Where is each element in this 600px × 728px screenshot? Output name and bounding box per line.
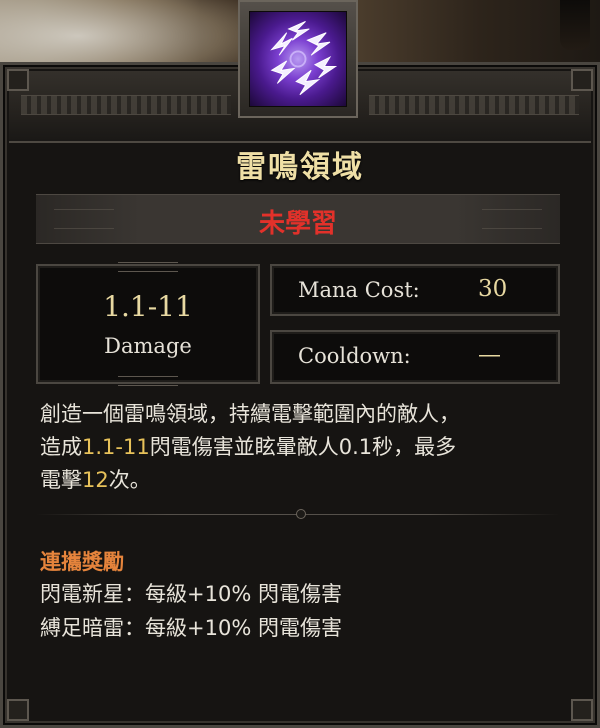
description-text: 造成 bbox=[40, 435, 82, 459]
lightning-field-icon bbox=[249, 11, 347, 107]
description-line: 造成1.1-11閃電傷害並眩暈敵人0.1秒，最多 bbox=[40, 431, 564, 464]
header-ornament-right bbox=[369, 95, 579, 115]
cooldown-label: Cooldown: bbox=[298, 344, 411, 368]
damage-value: 1.1-11 bbox=[103, 290, 193, 323]
cooldown-box: Cooldown: — bbox=[270, 330, 560, 384]
mana-cost-value: 30 bbox=[478, 276, 508, 302]
description-line: 創造一個雷鳴領域，持續電擊範圍內的敵人， bbox=[40, 398, 564, 431]
synergy-title: 連攜獎勵 bbox=[40, 550, 124, 574]
description-line: 電擊12次。 bbox=[40, 464, 564, 497]
skill-description: 創造一個雷鳴領域，持續電擊範圍內的敵人， 造成1.1-11閃電傷害並眩暈敵人0.… bbox=[40, 398, 564, 497]
mana-cost-box: Mana Cost: 30 bbox=[270, 264, 560, 316]
description-text: 閃電傷害並眩暈敵人0.1秒，最多 bbox=[149, 435, 457, 459]
background-figure bbox=[560, 0, 590, 50]
header-ornament-left bbox=[21, 95, 231, 115]
box-ornament bbox=[118, 376, 178, 386]
description-text: 電擊 bbox=[40, 468, 82, 492]
frame-corner bbox=[571, 699, 593, 721]
mana-cost-label: Mana Cost: bbox=[298, 278, 420, 302]
divider-ornament bbox=[296, 509, 306, 519]
frame-corner bbox=[571, 69, 593, 91]
skill-status: 未學習 bbox=[258, 209, 337, 239]
count-highlight: 12 bbox=[82, 468, 109, 492]
frame-corner bbox=[7, 699, 29, 721]
description-text: 次。 bbox=[108, 468, 151, 492]
damage-stat-box: 1.1-11 Damage bbox=[36, 262, 260, 386]
frame-corner bbox=[7, 69, 29, 91]
damage-label: Damage bbox=[104, 334, 192, 358]
synergy-line: 縛足暗雷：每級+10% 閃電傷害 bbox=[40, 616, 342, 640]
skill-title: 雷鳴領域 bbox=[236, 150, 364, 185]
description-text: 創造一個雷鳴領域，持續電擊範圍內的敵人， bbox=[40, 402, 460, 426]
cooldown-value: — bbox=[478, 342, 501, 368]
box-ornament bbox=[118, 262, 178, 272]
damage-highlight: 1.1-11 bbox=[82, 435, 150, 459]
synergy-line: 閃電新星：每級+10% 閃電傷害 bbox=[40, 582, 342, 606]
skill-status-banner: 未學習 bbox=[36, 194, 560, 244]
skill-icon-frame[interactable] bbox=[238, 0, 358, 118]
